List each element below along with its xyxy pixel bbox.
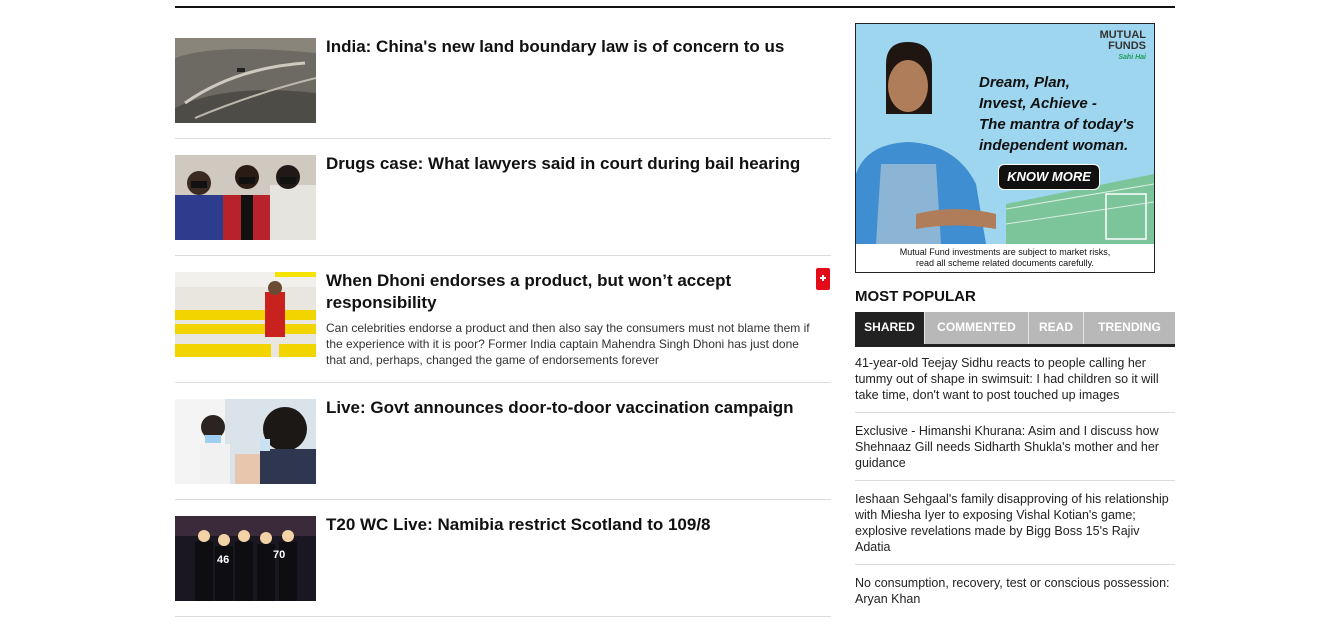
news-headline[interactable]: Drugs case: What lawyers said in court d… bbox=[326, 153, 816, 175]
news-thumbnail-vaccination[interactable] bbox=[175, 399, 316, 484]
know-more-button[interactable]: KNOW MORE bbox=[998, 164, 1100, 190]
svg-text:46: 46 bbox=[217, 554, 229, 566]
news-item[interactable]: 46 70 T20 WC Live: Namibia restrict Scot… bbox=[175, 500, 831, 617]
news-headline[interactable]: When Dhoni endorses a product, but won’t… bbox=[326, 270, 816, 314]
news-headline[interactable]: Live: Govt announces door-to-door vaccin… bbox=[326, 397, 816, 419]
tab-trending[interactable]: TRENDING bbox=[1084, 312, 1175, 344]
news-headline[interactable]: India: China's new land boundary law is … bbox=[326, 36, 816, 58]
news-item[interactable]: Drugs case: What lawyers said in court d… bbox=[175, 139, 831, 256]
news-thumbnail-border-road[interactable] bbox=[175, 38, 316, 123]
news-summary: Can celebrities endorse a product and th… bbox=[326, 321, 810, 367]
most-popular-list: 41-year-old Teejay Sidhu reacts to peopl… bbox=[855, 355, 1175, 626]
ad-tagline: Dream, Plan, Invest, Achieve - The mantr… bbox=[979, 74, 1135, 154]
popular-item[interactable]: No consumption, recovery, test or consci… bbox=[855, 575, 1175, 616]
advertisement-banner[interactable]: MUTUAL FUNDS Sahi Hai Dream, Plan, Inves… bbox=[855, 23, 1155, 273]
news-thumbnail-court[interactable] bbox=[175, 155, 316, 240]
news-item[interactable]: When Dhoni endorses a product, but won’t… bbox=[175, 256, 831, 383]
tab-commented[interactable]: COMMENTED bbox=[925, 312, 1029, 344]
news-thumbnail-dhoni[interactable] bbox=[175, 272, 316, 357]
tab-shared[interactable]: SHARED bbox=[855, 312, 925, 344]
news-list: India: China's new land boundary law is … bbox=[175, 22, 831, 617]
ad-brand-logo: MUTUAL FUNDS Sahi Hai bbox=[1099, 29, 1146, 62]
news-headline[interactable]: T20 WC Live: Namibia restrict Scotland t… bbox=[326, 514, 816, 536]
news-item[interactable]: Live: Govt announces door-to-door vaccin… bbox=[175, 383, 831, 500]
news-thumbnail-cricket[interactable]: 46 70 bbox=[175, 516, 316, 601]
top-divider bbox=[175, 6, 1175, 8]
popular-item[interactable]: Ieshaan Sehgaal's family disapproving of… bbox=[855, 491, 1175, 565]
live-badge-icon bbox=[816, 268, 830, 290]
most-popular-tabs: SHARED COMMENTED READ TRENDING bbox=[855, 312, 1175, 347]
tab-read[interactable]: READ bbox=[1029, 312, 1084, 344]
popular-item[interactable]: 41-year-old Teejay Sidhu reacts to peopl… bbox=[855, 355, 1175, 413]
svg-text:70: 70 bbox=[273, 549, 285, 561]
ad-disclaimer: Mutual Fund investments are subject to m… bbox=[856, 244, 1154, 272]
popular-item[interactable]: Exclusive - Himanshi Khurana: Asim and I… bbox=[855, 423, 1175, 481]
news-item[interactable]: India: China's new land boundary law is … bbox=[175, 22, 831, 139]
most-popular-title: MOST POPULAR bbox=[855, 288, 976, 305]
